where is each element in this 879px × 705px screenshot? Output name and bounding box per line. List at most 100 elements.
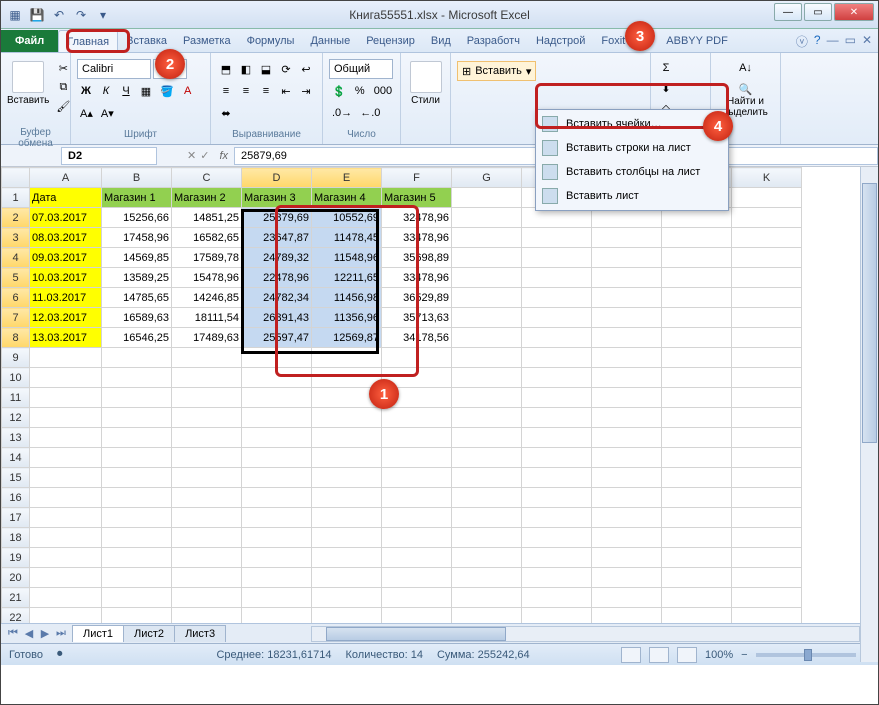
cell-K1[interactable] bbox=[732, 188, 802, 208]
cell-A20[interactable] bbox=[30, 568, 102, 588]
cell-A4[interactable]: 09.03.2017 bbox=[30, 248, 102, 268]
cell-F9[interactable] bbox=[382, 348, 452, 368]
zoom-level[interactable]: 100% bbox=[705, 649, 733, 661]
cell-G21[interactable] bbox=[452, 588, 522, 608]
insert-cells-split[interactable]: ⊞ Вставить ▾ bbox=[457, 61, 536, 81]
cell-H10[interactable] bbox=[522, 368, 592, 388]
cell-F15[interactable] bbox=[382, 468, 452, 488]
cell-G11[interactable] bbox=[452, 388, 522, 408]
cell-I4[interactable] bbox=[592, 248, 662, 268]
col-header-D[interactable]: D bbox=[242, 168, 312, 188]
cell-E21[interactable] bbox=[312, 588, 382, 608]
cell-A15[interactable] bbox=[30, 468, 102, 488]
cell-K12[interactable] bbox=[732, 408, 802, 428]
cell-D9[interactable] bbox=[242, 348, 312, 368]
align-left-icon[interactable]: ≡ bbox=[217, 82, 235, 100]
cell-F6[interactable]: 36529,89 bbox=[382, 288, 452, 308]
cell-G15[interactable] bbox=[452, 468, 522, 488]
cell-A2[interactable]: 07.03.2017 bbox=[30, 208, 102, 228]
cell-F1[interactable]: Магазин 5 bbox=[382, 188, 452, 208]
italic-button[interactable]: К bbox=[97, 82, 115, 100]
macro-record-icon[interactable]: ⏺ bbox=[57, 648, 63, 661]
cell-I3[interactable] bbox=[592, 228, 662, 248]
cell-C12[interactable] bbox=[172, 408, 242, 428]
cell-C17[interactable] bbox=[172, 508, 242, 528]
cell-D16[interactable] bbox=[242, 488, 312, 508]
row-header-22[interactable]: 22 bbox=[2, 608, 30, 624]
cell-A16[interactable] bbox=[30, 488, 102, 508]
comma-icon[interactable]: 000 bbox=[371, 82, 395, 100]
cell-E16[interactable] bbox=[312, 488, 382, 508]
cell-D22[interactable] bbox=[242, 608, 312, 624]
tab-данные[interactable]: Данные bbox=[302, 30, 358, 52]
cell-A22[interactable] bbox=[30, 608, 102, 624]
cell-J13[interactable] bbox=[662, 428, 732, 448]
cell-A8[interactable]: 13.03.2017 bbox=[30, 328, 102, 348]
row-header-18[interactable]: 18 bbox=[2, 528, 30, 548]
cell-B13[interactable] bbox=[102, 428, 172, 448]
cell-F22[interactable] bbox=[382, 608, 452, 624]
cell-G2[interactable] bbox=[452, 208, 522, 228]
close-button[interactable]: ✕ bbox=[834, 3, 874, 21]
cell-K2[interactable] bbox=[732, 208, 802, 228]
align-right-icon[interactable]: ≡ bbox=[257, 82, 275, 100]
cell-E8[interactable]: 12569,87 bbox=[312, 328, 382, 348]
scrollbar-thumb[interactable] bbox=[862, 183, 877, 443]
cell-F4[interactable]: 35698,89 bbox=[382, 248, 452, 268]
cell-E19[interactable] bbox=[312, 548, 382, 568]
cell-I10[interactable] bbox=[592, 368, 662, 388]
cell-I20[interactable] bbox=[592, 568, 662, 588]
cell-F3[interactable]: 33478,96 bbox=[382, 228, 452, 248]
cell-I14[interactable] bbox=[592, 448, 662, 468]
cell-A19[interactable] bbox=[30, 548, 102, 568]
cell-G20[interactable] bbox=[452, 568, 522, 588]
cell-H4[interactable] bbox=[522, 248, 592, 268]
cell-C20[interactable] bbox=[172, 568, 242, 588]
fx-icon[interactable]: fx bbox=[219, 150, 228, 162]
row-header-7[interactable]: 7 bbox=[2, 308, 30, 328]
row-header-14[interactable]: 14 bbox=[2, 448, 30, 468]
border-button[interactable]: ▦ bbox=[137, 82, 155, 100]
col-header-A[interactable]: A bbox=[30, 168, 102, 188]
tab-формулы[interactable]: Формулы bbox=[239, 30, 303, 52]
last-sheet-icon[interactable]: ⏭ bbox=[53, 627, 69, 640]
cell-D7[interactable]: 26891,43 bbox=[242, 308, 312, 328]
cell-G9[interactable] bbox=[452, 348, 522, 368]
cell-J12[interactable] bbox=[662, 408, 732, 428]
cell-D6[interactable]: 24782,34 bbox=[242, 288, 312, 308]
cell-K5[interactable] bbox=[732, 268, 802, 288]
sheet-tab-Лист1[interactable]: Лист1 bbox=[72, 625, 124, 642]
cell-I12[interactable] bbox=[592, 408, 662, 428]
cell-F17[interactable] bbox=[382, 508, 452, 528]
cell-I8[interactable] bbox=[592, 328, 662, 348]
cell-C2[interactable]: 14851,25 bbox=[172, 208, 242, 228]
col-header-C[interactable]: C bbox=[172, 168, 242, 188]
cell-D15[interactable] bbox=[242, 468, 312, 488]
cell-H15[interactable] bbox=[522, 468, 592, 488]
cell-H14[interactable] bbox=[522, 448, 592, 468]
cancel-formula-icon[interactable]: ✕ bbox=[187, 149, 196, 162]
cell-F5[interactable]: 33478,96 bbox=[382, 268, 452, 288]
cell-B8[interactable]: 16546,25 bbox=[102, 328, 172, 348]
cell-C16[interactable] bbox=[172, 488, 242, 508]
redo-icon[interactable]: ↷ bbox=[71, 5, 91, 25]
insert-cols-item[interactable]: Вставить столбцы на лист bbox=[538, 160, 726, 184]
cell-C7[interactable]: 18111,54 bbox=[172, 308, 242, 328]
cell-B5[interactable]: 13589,25 bbox=[102, 268, 172, 288]
cell-C14[interactable] bbox=[172, 448, 242, 468]
cell-C18[interactable] bbox=[172, 528, 242, 548]
cell-H12[interactable] bbox=[522, 408, 592, 428]
cell-C9[interactable] bbox=[172, 348, 242, 368]
col-header-K[interactable]: K bbox=[732, 168, 802, 188]
tab-вставка[interactable]: Вставка bbox=[118, 30, 175, 52]
cell-B4[interactable]: 14569,85 bbox=[102, 248, 172, 268]
cell-B20[interactable] bbox=[102, 568, 172, 588]
cell-H9[interactable] bbox=[522, 348, 592, 368]
cell-A14[interactable] bbox=[30, 448, 102, 468]
cell-H7[interactable] bbox=[522, 308, 592, 328]
cell-G5[interactable] bbox=[452, 268, 522, 288]
zoom-out-button[interactable]: − bbox=[741, 649, 747, 661]
enter-formula-icon[interactable]: ✓ bbox=[200, 149, 209, 162]
cell-B21[interactable] bbox=[102, 588, 172, 608]
orientation-icon[interactable]: ⟳ bbox=[277, 60, 295, 78]
